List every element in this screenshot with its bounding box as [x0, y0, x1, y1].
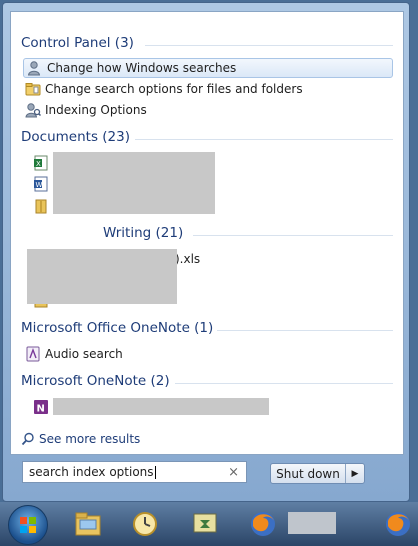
result-indexing-options[interactable]: Indexing Options	[25, 100, 147, 120]
group-divider	[135, 139, 393, 140]
group-divider	[175, 383, 393, 384]
onenote-icon[interactable]: N	[33, 399, 49, 415]
result-change-search-options[interactable]: Change search options for files and fold…	[25, 79, 303, 99]
explorer-icon[interactable]	[68, 506, 108, 542]
result-label: Audio search	[45, 347, 123, 361]
shutdown-button[interactable]: Shut down ▶	[270, 463, 365, 484]
group-header-writing[interactable]: Writing (21)	[103, 225, 183, 241]
result-partial-xls[interactable]: ).xls	[175, 252, 200, 266]
close-icon[interactable]: ×	[228, 465, 239, 480]
group-divider	[193, 235, 393, 236]
user-search-icon	[27, 60, 43, 76]
firefox-icon[interactable]	[378, 506, 418, 542]
redacted-document-names	[53, 152, 215, 214]
group-header-onenote[interactable]: Microsoft OneNote (2)	[21, 373, 170, 389]
taskbar	[0, 502, 418, 546]
indexing-options-icon	[25, 102, 41, 118]
word-file-icon[interactable]: W	[33, 176, 49, 192]
group-divider	[217, 330, 393, 331]
group-divider	[145, 45, 393, 46]
chevron-right-icon[interactable]: ▶	[346, 464, 364, 483]
svg-text:N: N	[37, 404, 45, 415]
magnifier-icon	[21, 432, 35, 446]
windows-orb-icon[interactable]	[8, 505, 48, 545]
redacted-writing-items	[27, 249, 177, 304]
see-more-results-link[interactable]: See more results	[21, 432, 140, 446]
outlook-calendar-icon[interactable]	[125, 506, 165, 542]
group-header-office-onenote[interactable]: Microsoft Office OneNote (1)	[21, 320, 213, 336]
onenote-audio-icon	[25, 346, 41, 362]
group-header-control-panel[interactable]: Control Panel (3)	[21, 35, 134, 51]
search-results-panel: Control Panel (3) Change how Windows sea…	[10, 11, 404, 455]
svg-text:X: X	[36, 160, 41, 168]
excel-file-icon[interactable]: X	[33, 155, 49, 171]
group-header-documents[interactable]: Documents (23)	[21, 129, 130, 145]
see-more-label: See more results	[39, 432, 141, 446]
start-menu: Control Panel (3) Change how Windows sea…	[2, 2, 410, 502]
result-label: Indexing Options	[45, 103, 147, 117]
shutdown-label[interactable]: Shut down	[271, 464, 346, 483]
search-query-text: search index options	[29, 465, 154, 479]
redacted-onenote-item	[53, 398, 269, 415]
result-label: Change how Windows searches	[47, 61, 237, 75]
result-label: Change search options for files and fold…	[45, 82, 303, 96]
folder-zip-icon[interactable]	[33, 198, 49, 214]
firefox-icon[interactable]	[243, 506, 283, 542]
text-caret	[154, 466, 156, 479]
remote-desktop-icon[interactable]	[185, 506, 225, 542]
folder-options-icon	[25, 81, 41, 97]
result-audio-search[interactable]: Audio search	[25, 344, 123, 364]
search-input[interactable]: search index options ×	[22, 461, 247, 483]
result-change-how-windows-searches[interactable]: Change how Windows searches	[23, 58, 393, 78]
svg-text:W: W	[36, 181, 43, 189]
redacted-taskbar-item	[288, 512, 336, 534]
